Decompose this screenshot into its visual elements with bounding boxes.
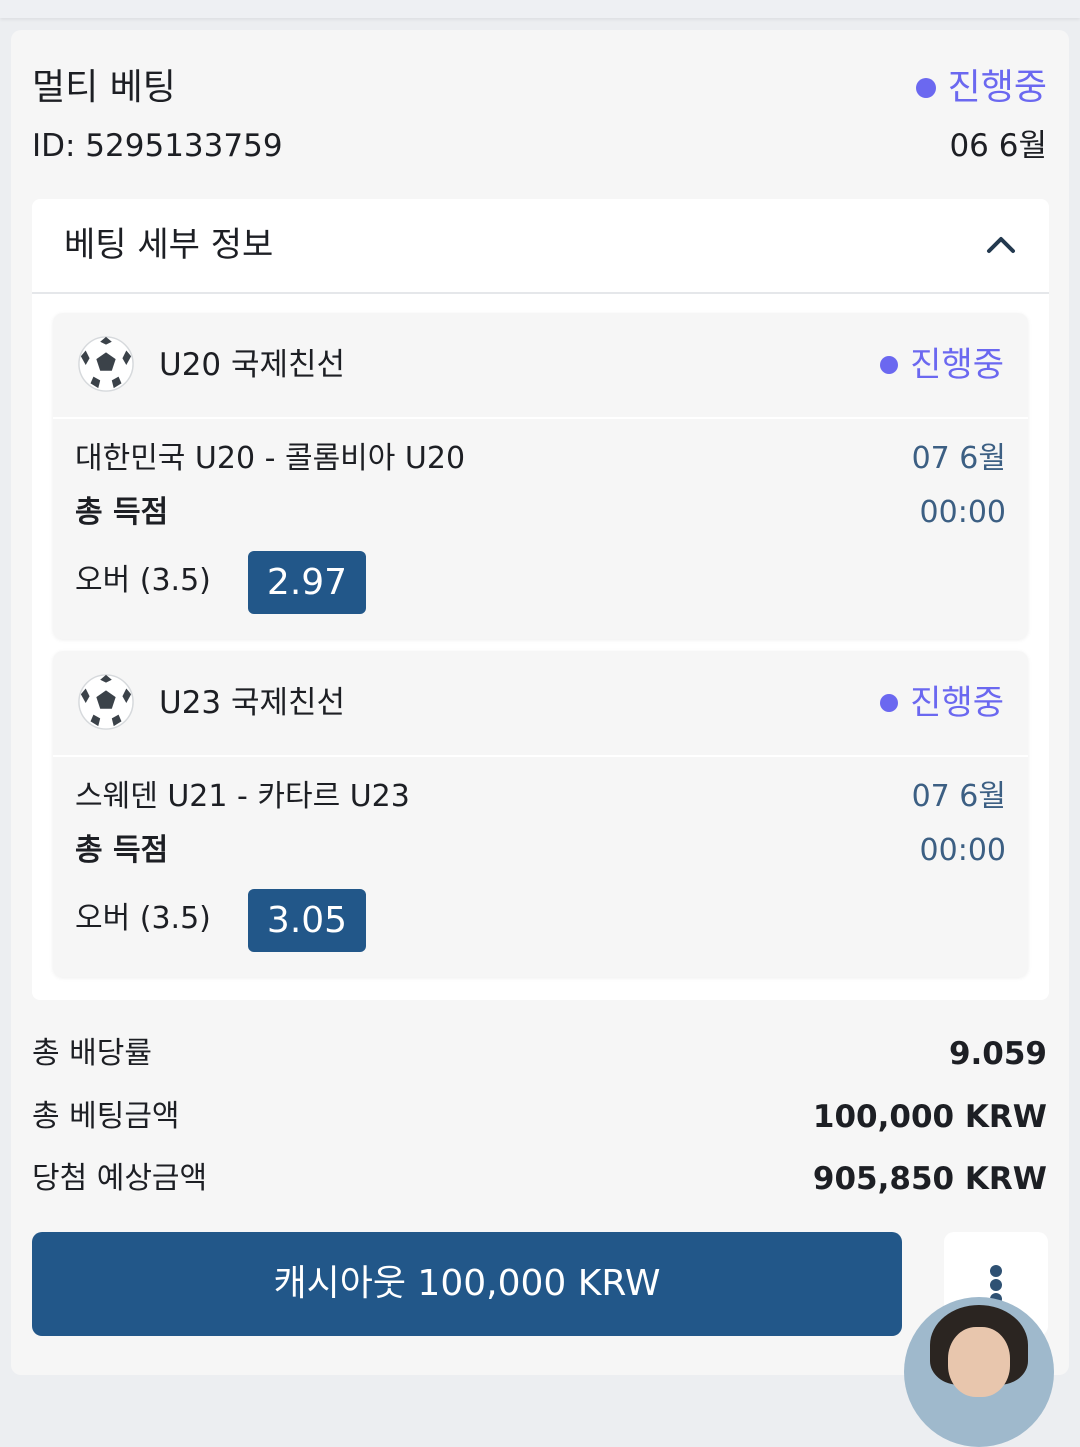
cashout-button[interactable]: 캐시아웃 100,000 KRW <box>32 1232 902 1336</box>
soccer-ball-icon <box>78 336 134 392</box>
chevron-up-icon[interactable] <box>983 227 1019 263</box>
bet-card: 멀티 베팅 진행중 ID: 5295133759 06 6월 베팅 세부 정보 <box>11 30 1069 1375</box>
league-name: U20 국제친선 <box>159 347 346 383</box>
match-name: 스웨덴 U21 - 카타르 U23 <box>75 779 410 814</box>
bet-status: 진행중 <box>915 66 1047 110</box>
bet-status-label: 진행중 <box>947 67 1047 108</box>
bet-date: 06 6월 <box>949 128 1047 164</box>
stake-label: 총 베팅금액 <box>32 1099 180 1134</box>
more-vertical-icon <box>990 1265 1002 1277</box>
bet-details-panel: 베팅 세부 정보 U20 국제친선 진행중 대한민국 U20 - 콜롬비아 U2… <box>32 199 1049 1000</box>
bet-leg: U20 국제친선 진행중 대한민국 U20 - 콜롬비아 U20 07 6월 총… <box>53 313 1028 639</box>
top-strip <box>0 0 1080 18</box>
bet-leg: U23 국제친선 진행중 스웨덴 U21 - 카타르 U23 07 6월 총 득… <box>53 651 1028 977</box>
support-avatar[interactable] <box>904 1297 1054 1447</box>
status-dot-icon <box>915 78 936 98</box>
soccer-ball-icon <box>78 674 134 730</box>
odds-badge[interactable]: 3.05 <box>248 889 366 952</box>
bet-title: 멀티 베팅 <box>32 67 176 108</box>
more-vertical-icon <box>990 1279 1002 1291</box>
odds-badge[interactable]: 2.97 <box>248 551 366 614</box>
market-name: 총 득점 <box>75 495 169 530</box>
avatar-face <box>948 1327 1010 1397</box>
leg-header: U20 국제친선 진행중 <box>53 313 1028 419</box>
match-time: 00:00 <box>919 495 1006 530</box>
total-odds-value: 9.059 <box>948 1036 1047 1072</box>
status-dot-icon <box>880 356 899 374</box>
status-dot-icon <box>880 694 899 712</box>
leg-header: U23 국제친선 진행중 <box>53 651 1028 757</box>
bet-details-title: 베팅 세부 정보 <box>64 225 274 265</box>
match-date: 07 6월 <box>911 441 1006 476</box>
stake-value: 100,000 KRW <box>812 1099 1047 1135</box>
selection: 오버 (3.5) <box>75 901 211 936</box>
match-date: 07 6월 <box>911 779 1006 814</box>
leg-status-label: 진행중 <box>910 683 1004 723</box>
total-odds-label: 총 배당률 <box>32 1036 152 1071</box>
potential-win-label: 당첨 예상금액 <box>32 1161 208 1196</box>
match-time: 00:00 <box>919 833 1006 868</box>
leg-status: 진행중 <box>880 681 1004 725</box>
leg-status-label: 진행중 <box>910 345 1004 385</box>
bet-id: ID: 5295133759 <box>32 128 283 164</box>
market-name: 총 득점 <box>75 833 169 868</box>
selection: 오버 (3.5) <box>75 563 211 598</box>
leg-status: 진행중 <box>880 343 1004 387</box>
league-name: U23 국제친선 <box>159 685 346 721</box>
potential-win-value: 905,850 KRW <box>812 1161 1047 1197</box>
match-name: 대한민국 U20 - 콜롬비아 U20 <box>75 441 466 476</box>
bet-details-header[interactable]: 베팅 세부 정보 <box>32 199 1049 294</box>
